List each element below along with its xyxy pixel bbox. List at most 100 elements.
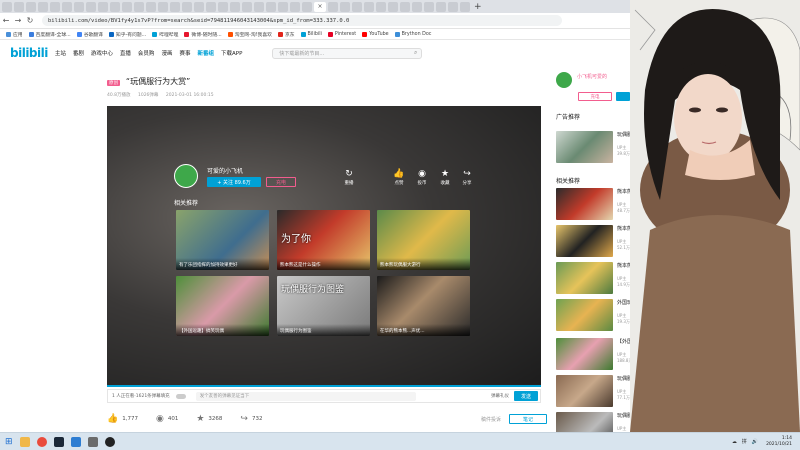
bookmark-item[interactable]: 知乎-有问题... [108, 31, 146, 38]
reload-icon[interactable]: ↻ [24, 16, 36, 25]
bookmark-item[interactable]: Bilibili [300, 31, 322, 37]
browser-tab[interactable] [400, 1, 410, 12]
progress-bar[interactable] [107, 385, 541, 387]
windows-start-icon[interactable]: ⊞ [5, 437, 13, 447]
nav-item[interactable]: 直播 [120, 49, 131, 57]
sidebar-video-item[interactable]: 熊本熊大游行来了UP主52.1万播放 · 1021弹幕 [556, 225, 660, 259]
browser-tab-active[interactable]: × [314, 1, 326, 12]
browser-tab[interactable] [86, 1, 96, 12]
danmaku-toggle[interactable] [175, 393, 186, 399]
report-link[interactable]: 稿件投诉 [481, 416, 501, 423]
chrome-icon[interactable] [36, 436, 47, 447]
nav-item[interactable]: 主站 [55, 49, 66, 57]
browser-tab[interactable] [242, 1, 252, 12]
browser-tab[interactable] [388, 1, 398, 12]
forward-icon[interactable]: → [12, 16, 24, 25]
coin-button[interactable]: ◉ 投币 [412, 169, 432, 186]
back-icon[interactable]: ← [0, 16, 12, 25]
bookmark-item[interactable]: 微博-随时随... [184, 31, 222, 38]
favorite-button[interactable]: ★ 收藏 [435, 169, 455, 186]
danmaku-etiquette-link[interactable]: 弹幕礼仪 [491, 393, 509, 399]
cloud-icon[interactable]: ☁ [732, 439, 737, 445]
file-explorer-icon[interactable] [19, 436, 30, 447]
browser-tab[interactable] [38, 1, 48, 12]
charge-button[interactable]: 充电 [266, 177, 296, 187]
browser-tab[interactable] [110, 1, 120, 12]
qq-icon[interactable] [104, 436, 115, 447]
new-tab-icon[interactable]: + [474, 2, 482, 12]
browser-tab[interactable] [98, 1, 108, 12]
coin-action[interactable]: ◉ 401 [156, 414, 178, 424]
up-name[interactable]: 小飞机可爱的 [577, 73, 607, 80]
browser-tab[interactable] [352, 1, 362, 12]
nav-item[interactable]: 游戏中心 [91, 49, 113, 57]
browser-tab[interactable] [158, 1, 168, 12]
related-video-card[interactable]: 在华的熊本熊...声优... [377, 276, 470, 336]
nav-item[interactable]: 赛事 [179, 49, 190, 57]
search-input[interactable]: 快下载最新的节目... ⌕ [272, 47, 423, 59]
nav-item[interactable]: 会员购 [138, 49, 155, 57]
sidebar-video-item[interactable]: 【外国逗趣】好笑的玩偶服UP主188.8万播放 · 5786弹幕 [556, 338, 677, 372]
browser-tab[interactable] [424, 1, 434, 12]
sidebar-video-item[interactable]: 外国玩偶服的日常UP主19.3万播放 · 481弹幕 [556, 299, 657, 333]
related-video-card[interactable]: 【外国逗趣】搞笑玩偶 [176, 276, 269, 336]
browser-tab[interactable] [74, 1, 84, 12]
sidebar-video-item[interactable]: 熊本熊爆笑合集UP主14.9万播放 · 2726弹幕 [556, 262, 660, 296]
browser-tab[interactable] [278, 1, 288, 12]
browser-tab[interactable] [302, 1, 312, 12]
app-icon[interactable] [87, 436, 98, 447]
browser-tab[interactable] [364, 1, 374, 12]
browser-tab[interactable] [134, 1, 144, 12]
browser-tab[interactable] [376, 1, 386, 12]
search-icon[interactable]: ⌕ [414, 49, 417, 57]
volume-icon[interactable]: 🔊 [752, 439, 758, 445]
replay-button[interactable]: ↻ 重播 [339, 169, 359, 186]
bookmark-item[interactable]: 京东 [277, 31, 295, 38]
favorite-action[interactable]: ★ 3268 [196, 414, 222, 424]
video-player[interactable]: 可爱的小飞机 + 关注 89.6万 充电 ↻ 重播 👍 点赞 ◉ 投币 ★ 收藏… [107, 106, 541, 385]
follow-button[interactable]: + 关注 89.6万 [207, 177, 261, 187]
bookmark-item[interactable]: 谷歌翻译 [76, 31, 103, 38]
share-button[interactable]: ↪ 分享 [457, 169, 477, 186]
bookmark-item[interactable]: Pinterest [327, 31, 356, 37]
browser-tab[interactable] [436, 1, 446, 12]
browser-tab[interactable] [328, 1, 338, 12]
related-video-card[interactable]: 有了乐团指挥的加持效果更好 [176, 210, 269, 270]
browser-tab[interactable] [218, 1, 228, 12]
related-video-card[interactable]: 为了你 熊本熊这是什么操作 [277, 210, 370, 270]
danmaku-input[interactable]: 发个友善的弹幕见证当下 [195, 391, 416, 401]
related-video-card[interactable]: 玩偶服行为图鉴 玩偶服行为图鉴 [277, 276, 370, 336]
steam-icon[interactable] [53, 436, 64, 447]
browser-tab[interactable] [26, 1, 36, 12]
app-icon[interactable] [70, 436, 81, 447]
nav-item[interactable]: 番剧 [73, 49, 84, 57]
browser-tab[interactable] [290, 1, 300, 12]
sidebar-video-item[interactable]: 熊本熊最萌的瞬间合集UP主48.7万播放 · 2306弹幕 [556, 188, 667, 222]
nav-item[interactable]: 漫画 [161, 49, 172, 57]
share-action[interactable]: ↪ 732 [240, 414, 262, 424]
sidebar-video-item[interactable]: 玩偶服行为图鉴UP主77.1万播放 · 1436弹幕 [556, 375, 660, 409]
browser-tab[interactable] [194, 1, 204, 12]
up-avatar[interactable] [556, 72, 572, 88]
bookmark-item[interactable]: 应用 [6, 31, 23, 38]
browser-tab[interactable] [206, 1, 216, 12]
like-button[interactable]: 👍 点赞 [389, 169, 409, 186]
browser-tab[interactable] [62, 1, 72, 12]
browser-tab[interactable] [146, 1, 156, 12]
browser-tab[interactable] [230, 1, 240, 12]
browser-tab[interactable] [412, 1, 422, 12]
tray-text[interactable]: 拼 [742, 438, 747, 445]
bookmark-item[interactable]: 哔哩哔哩 [152, 31, 178, 38]
up-name[interactable]: 可爱的小飞机 [207, 166, 243, 175]
bookmark-item[interactable]: 淘宝网-淘!我喜欢 [227, 31, 272, 38]
browser-tab[interactable] [122, 1, 132, 12]
bookmark-item[interactable]: Brython Doc [394, 31, 431, 37]
browser-tab[interactable] [182, 1, 192, 12]
browser-tab[interactable] [340, 1, 350, 12]
browser-tab[interactable] [448, 1, 458, 12]
clock[interactable]: 1:14 2021/10/21 [766, 436, 792, 448]
close-icon[interactable]: × [317, 3, 322, 10]
browser-tab[interactable] [254, 1, 264, 12]
like-action[interactable]: 👍 1,777 [107, 414, 138, 424]
bookmark-item[interactable]: YouTube [362, 31, 389, 37]
